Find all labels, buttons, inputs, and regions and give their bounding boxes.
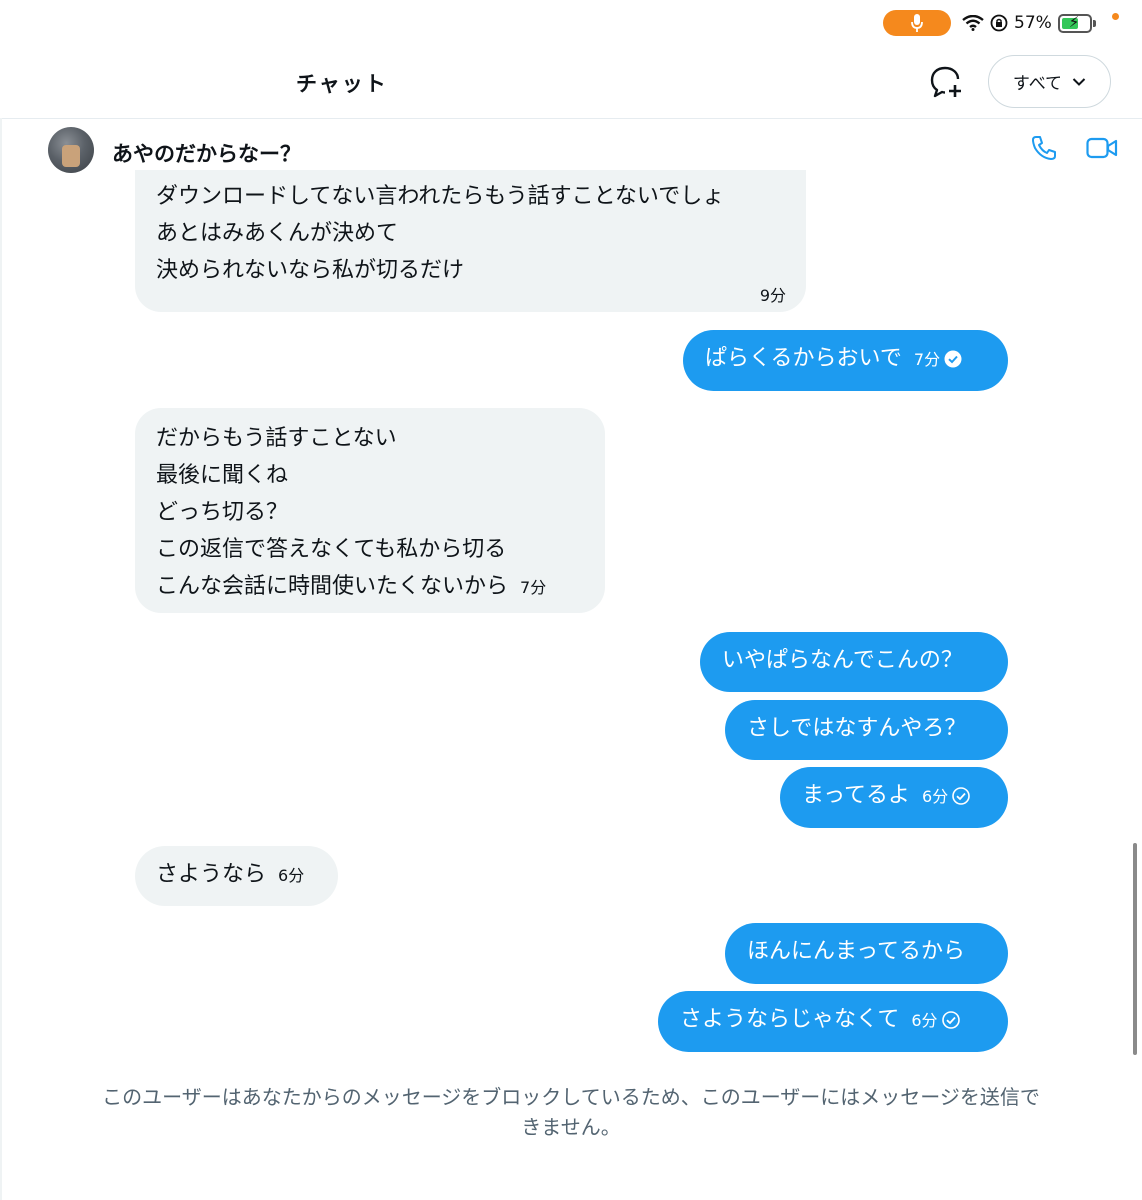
message-incoming[interactable]: だからもう話すことない 最後に聞くね どっち切る？ この返信で答えなくても私から… [135,408,605,613]
orientation-lock-icon [990,14,1008,32]
microphone-indicator [883,10,951,36]
message-text: いやぱらなんでこんの？ [722,648,963,673]
blocked-notice-line: このユーザーはあなたからのメッセージをブロックしているため、このユーザーにはメッ… [102,1085,1040,1109]
status-icons: 57% ⚡ [962,10,1096,36]
filter-label: すべて [1012,74,1063,94]
message-outgoing[interactable]: さしではなすんやろ？ [725,700,1008,760]
message-outgoing[interactable]: いやぱらなんでこんの？ [700,632,1008,692]
phone-icon[interactable] [1030,134,1058,162]
page-title: チャット [296,72,388,96]
message-text: こんな会話に時間使いたくないから 7分 [156,574,547,599]
message-outgoing[interactable]: ほんにんまってるから [725,923,1008,984]
conversation-name[interactable]: あやのだからなー？ [112,138,301,168]
message-timestamp: 6分 [922,787,949,806]
message-timestamp: 9分 [759,286,786,305]
wifi-icon [962,15,984,31]
blocked-notice-line: きません。 [521,1115,621,1139]
battery-icon: ⚡ [1057,13,1092,33]
message-timestamp: 7分 [520,578,547,597]
sent-check-icon [941,1011,960,1029]
blocked-notice: このユーザーはあなたからのメッセージをブロックしているため、このユーザーにはメッ… [0,1082,1142,1142]
status-bar: 57% ⚡ [0,0,1142,44]
message-timestamp: 6分 [278,866,305,885]
battery-tip [1092,19,1096,27]
message-incoming[interactable]: さようなら 6分 [135,846,338,906]
message-text: さようならじゃなくて [680,1007,900,1032]
filter-dropdown[interactable]: すべて [988,55,1111,108]
message-text: 決められないなら私が切るだけ [156,258,465,283]
message-text: だからもう話すことない [156,426,397,451]
privacy-indicator-dot [1112,13,1119,20]
message-list: ダウンロードしてない言われたらもう話すことないでしょ あとはみあくんが決めて 決… [0,170,1142,1200]
message-outgoing[interactable]: さようならじゃなくて 6分 [658,991,1008,1052]
chevron-down-icon [1072,77,1086,86]
read-check-icon [944,350,962,368]
sent-check-icon [952,787,971,805]
avatar[interactable] [48,127,94,173]
message-text: ほんにんまってるから [747,939,966,964]
message-outgoing[interactable]: ぱらくるからおいで 7分 [683,330,1008,391]
scrollbar[interactable] [1133,843,1137,1055]
message-text: 最後に聞くね [156,463,289,488]
message-timestamp: 6分 [911,1011,938,1030]
message-text: ぱらくるからおいで [705,346,902,371]
message-text: さしではなすんやろ？ [747,716,967,741]
message-text: ダウンロードしてない言われたらもう話すことないでしょ [156,184,725,209]
message-text: どっち切る？ [156,500,289,525]
chat-header: チャット すべて [0,44,1142,119]
message-outgoing[interactable]: まってるよ 6分 [780,767,1008,828]
message-text: さようなら [156,862,267,887]
message-text: まってるよ [802,783,911,808]
message-timestamp: 7分 [913,350,941,369]
battery-percent: 57% [1014,13,1052,33]
message-text: この返信で答えなくても私から切る [156,537,507,562]
new-message-icon[interactable] [928,64,964,100]
video-call-icon[interactable] [1086,136,1118,160]
microphone-icon [911,14,923,32]
message-text: あとはみあくんが決めて [156,221,399,246]
message-incoming[interactable]: ダウンロードしてない言われたらもう話すことないでしょ あとはみあくんが決めて 決… [135,170,806,312]
